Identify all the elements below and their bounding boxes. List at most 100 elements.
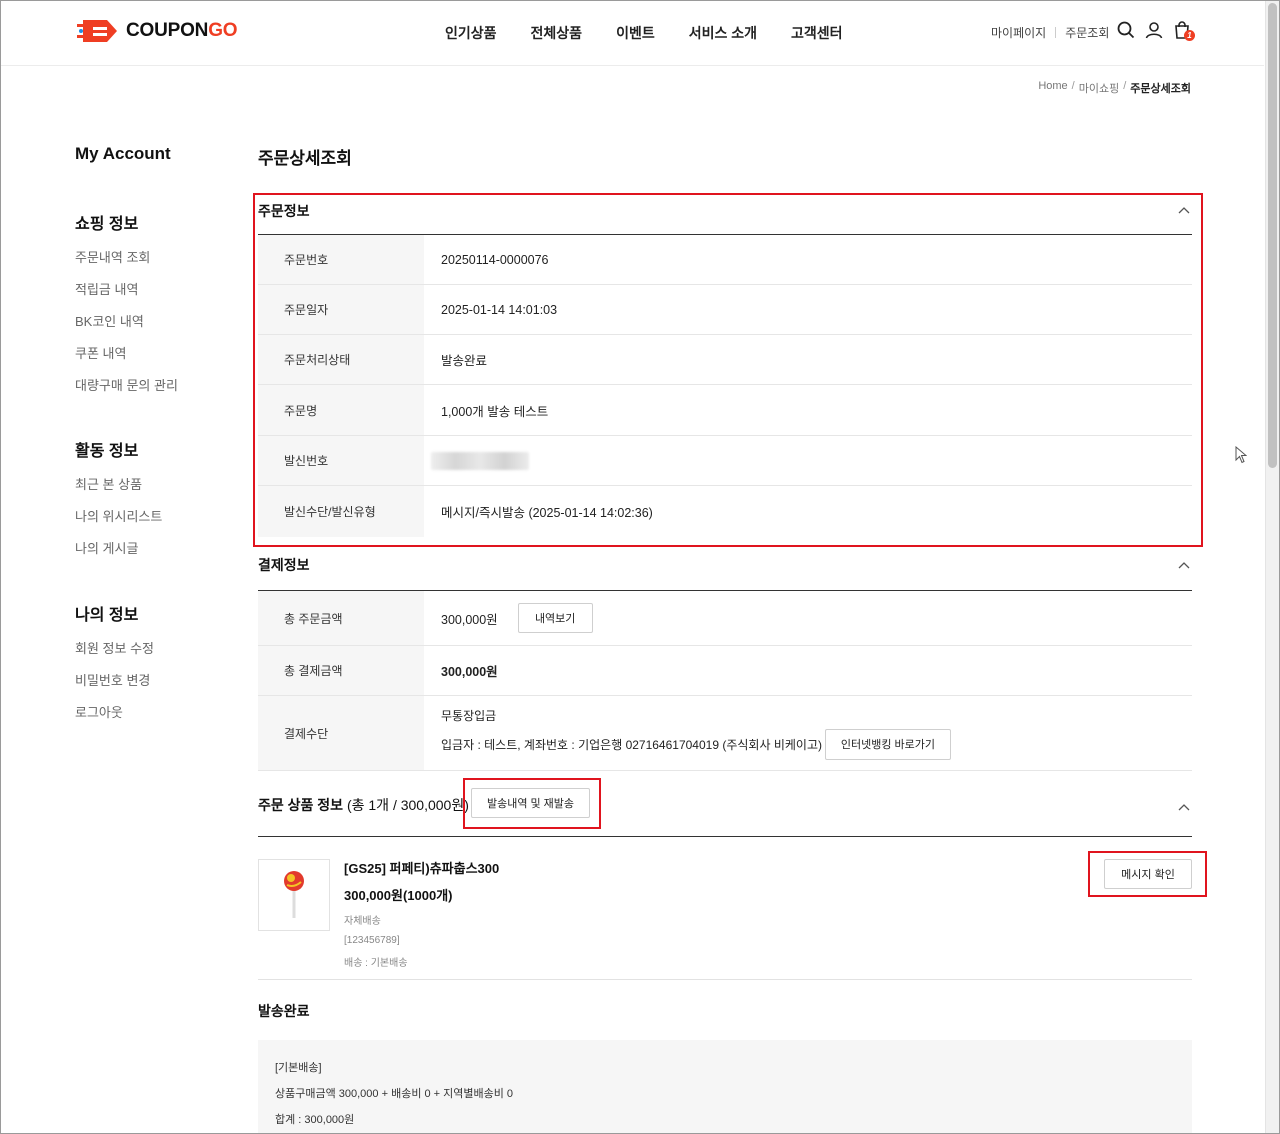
summary-total: 합계 : 300,000원 (275, 1111, 1192, 1127)
sidebar-group-title: 나의 정보 (75, 601, 235, 625)
order-info-table: 주문번호 20250114-0000076 주문일자 2025-01-14 14… (258, 235, 1192, 537)
table-row: 발신수단/발신유형 메시지/즉시발송 (2025-01-14 14:02:36) (258, 486, 1192, 537)
row-label: 총 결제금액 (258, 646, 424, 695)
sidebar-item-bkcoin[interactable]: BK코인 내역 (75, 311, 235, 330)
order-status: 발송완료 (424, 335, 1192, 384)
sidebar-group-title: 활동 정보 (75, 437, 235, 461)
nav-popular[interactable]: 인기상품 (445, 23, 497, 43)
sidebar-group-shopping: 쇼핑 정보 주문내역 조회 적립금 내역 BK코인 내역 쿠폰 내역 대량구매 … (75, 210, 235, 394)
payment-info-table: 총 주문금액 300,000원 내역보기 총 결제금액 300,000원 결제수… (258, 591, 1192, 771)
order-date: 2025-01-14 14:01:03 (424, 285, 1192, 334)
sidebar-group-activity: 활동 정보 최근 본 상품 나의 위시리스트 나의 게시글 (75, 437, 235, 557)
table-row: 주문명 1,000개 발송 테스트 (258, 385, 1192, 436)
summary-shipping-type: [기본배송] (275, 1059, 1192, 1075)
mypage-link[interactable]: 마이페이지 (991, 24, 1046, 41)
order-lookup-link[interactable]: 주문조회 (1065, 24, 1109, 41)
row-label: 발신번호 (258, 436, 424, 485)
vertical-scrollbar[interactable] (1265, 1, 1279, 1133)
row-label: 주문일자 (258, 285, 424, 334)
row-label: 주문처리상태 (258, 335, 424, 384)
table-row: 총 결제금액 300,000원 (258, 646, 1192, 696)
total-payment-amount: 300,000원 (424, 646, 1192, 695)
logo[interactable]: COUPONGO (77, 16, 237, 46)
payment-method: 무통장입금 (441, 707, 496, 724)
total-order-amount: 300,000원 (441, 609, 498, 628)
sidebar-item-bulk-inquiry[interactable]: 대량구매 문의 관리 (75, 375, 235, 394)
breadcrumb-current: 주문상세조회 (1130, 80, 1191, 96)
delivery-type: 자체배송 (344, 912, 499, 927)
row-label: 주문번호 (258, 235, 424, 284)
section-title: 주문 상품 정보 (총 1개 / 300,000원) (258, 795, 469, 815)
sidebar-item-points[interactable]: 적립금 내역 (75, 279, 235, 298)
payment-method-cell: 무통장입금 입금자 : 테스트, 계좌번호 : 기업은행 02716461704… (424, 696, 1192, 770)
product-name[interactable]: [GS25] 퍼페티)츄파춥스300 (344, 858, 499, 877)
message-check-button[interactable]: 메시지 확인 (1104, 859, 1192, 889)
breadcrumb: Home / 마이쇼핑 / 주문상세조회 (1038, 80, 1191, 96)
sidebar-item-change-password[interactable]: 비밀번호 변경 (75, 670, 235, 689)
total-order-cell: 300,000원 내역보기 (424, 591, 1192, 645)
sidebar-item-logout[interactable]: 로그아웃 (75, 702, 235, 721)
sidebar-group-myinfo: 나의 정보 회원 정보 수정 비밀번호 변경 로그아웃 (75, 601, 235, 721)
product-image (258, 859, 330, 931)
order-summary-box: [기본배송] 상품구매금액 300,000 + 배송비 0 + 지역별배송비 0… (258, 1040, 1192, 1134)
table-row: 결제수단 무통장입금 입금자 : 테스트, 계좌번호 : 기업은행 027164… (258, 696, 1192, 771)
nav-events[interactable]: 이벤트 (616, 23, 655, 43)
status-title: 발송완료 (258, 1001, 310, 1021)
main-content: 주문상세조회 (258, 144, 1192, 169)
table-row: 주문처리상태 발송완료 (258, 335, 1192, 385)
table-row: 총 주문금액 300,000원 내역보기 (258, 591, 1192, 646)
cart-icon[interactable]: 1 (1173, 21, 1191, 44)
main-nav: 인기상품 전체상품 이벤트 서비스 소개 고객센터 (445, 23, 877, 43)
breadcrumb-myshopping[interactable]: 마이쇼핑 (1079, 80, 1119, 96)
sidebar-item-posts[interactable]: 나의 게시글 (75, 538, 235, 557)
table-row: 주문번호 20250114-0000076 (258, 235, 1192, 285)
account-info: 입금자 : 테스트, 계좌번호 : 기업은행 02716461704019 (주… (441, 736, 822, 753)
product-info: [GS25] 퍼페티)츄파춥스300 300,000원(1000개) 자체배송 … (344, 858, 499, 969)
order-info-header[interactable]: 주문정보 (258, 197, 1192, 235)
section-title: 결제정보 (258, 555, 310, 575)
payment-info-header[interactable]: 결제정보 (258, 551, 1192, 591)
chevron-up-icon[interactable] (1178, 201, 1190, 219)
section-title: 주문정보 (258, 201, 310, 221)
util-links: 마이페이지 주문조회 (991, 24, 1109, 41)
shipping-type: 배송 : 기본배송 (344, 954, 499, 969)
mouse-cursor-icon (1235, 446, 1247, 469)
view-details-button[interactable]: 내역보기 (518, 603, 593, 633)
sidebar-item-wishlist[interactable]: 나의 위시리스트 (75, 506, 235, 525)
util-divider (1055, 27, 1056, 38)
nav-support[interactable]: 고객센터 (791, 23, 843, 43)
chevron-up-icon[interactable] (1178, 556, 1190, 574)
util-icons: 1 (1117, 21, 1201, 44)
user-icon[interactable] (1145, 21, 1163, 44)
order-name: 1,000개 발송 테스트 (424, 385, 1192, 435)
account-line-wrap: 입금자 : 테스트, 계좌번호 : 기업은행 02716461704019 (주… (441, 729, 951, 760)
page-title: 주문상세조회 (258, 144, 1192, 169)
summary-breakdown: 상품구매금액 300,000 + 배송비 0 + 지역별배송비 0 (275, 1085, 1192, 1101)
internet-banking-button[interactable]: 인터넷뱅킹 바로가기 (825, 729, 951, 760)
scrollbar-thumb[interactable] (1268, 3, 1277, 468)
resend-history-button[interactable]: 발송내역 및 재발송 (471, 788, 590, 818)
nav-all-products[interactable]: 전체상품 (531, 23, 583, 43)
sidebar-item-edit-profile[interactable]: 회원 정보 수정 (75, 638, 235, 657)
site-header: COUPONGO 인기상품 전체상품 이벤트 서비스 소개 고객센터 마이페이지… (1, 1, 1264, 66)
product-price: 300,000원(1000개) (344, 885, 499, 904)
product-code: [123456789] (344, 935, 499, 946)
table-row: 발신번호 (258, 436, 1192, 486)
sidebar-title: My Account (75, 144, 235, 164)
breadcrumb-separator: / (1123, 80, 1126, 96)
redacted-value (431, 452, 529, 470)
row-label: 발신수단/발신유형 (258, 486, 424, 537)
nav-about[interactable]: 서비스 소개 (689, 23, 757, 43)
sidebar-group-title: 쇼핑 정보 (75, 210, 235, 234)
send-method: 메시지/즉시발송 (2025-01-14 14:02:36) (424, 486, 1192, 537)
product-info-header: 주문 상품 정보 (총 1개 / 300,000원) (258, 780, 1192, 837)
search-icon[interactable] (1117, 21, 1135, 44)
row-label: 총 주문금액 (258, 591, 424, 645)
sidebar-item-coupons[interactable]: 쿠폰 내역 (75, 343, 235, 362)
row-label: 결제수단 (258, 696, 424, 770)
sidebar-item-recent[interactable]: 최근 본 상품 (75, 474, 235, 493)
sidebar-item-order-history[interactable]: 주문내역 조회 (75, 247, 235, 266)
sender-number (424, 436, 1192, 485)
breadcrumb-home[interactable]: Home (1038, 80, 1067, 96)
chevron-up-icon[interactable] (1178, 798, 1190, 816)
